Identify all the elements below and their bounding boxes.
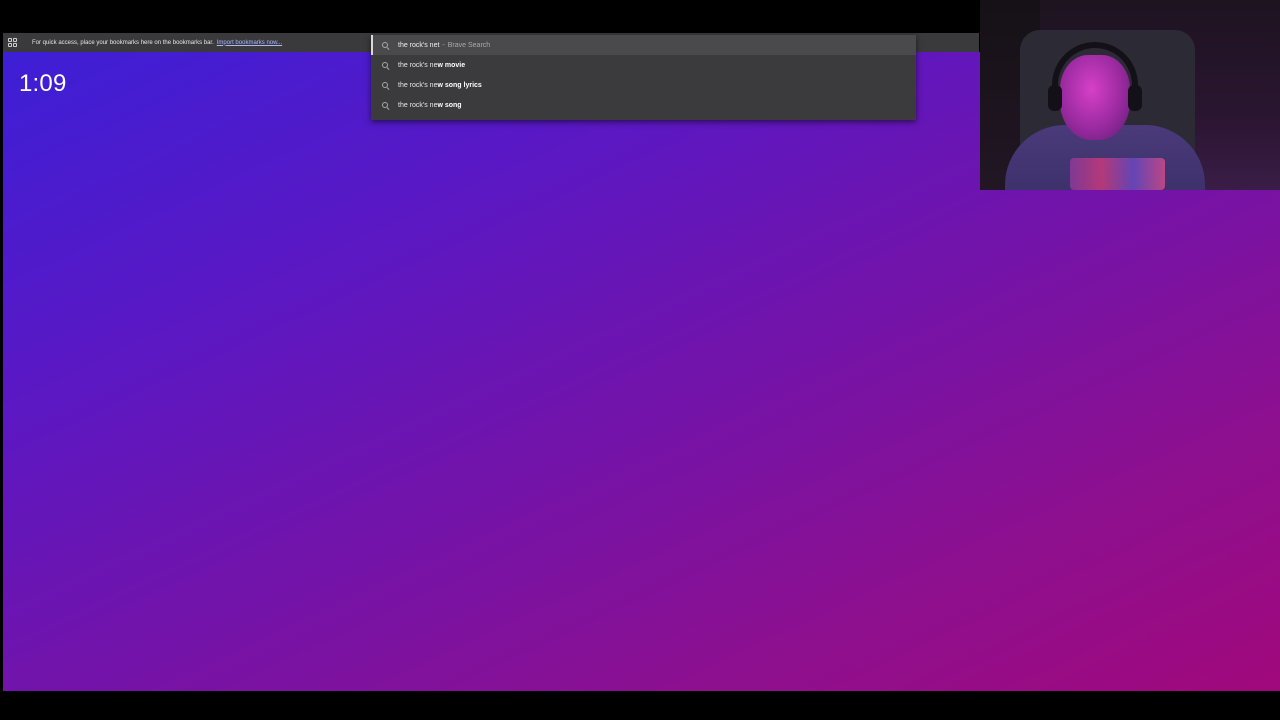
new-tab-clock: 1:09 [19,70,67,97]
suggestion-prefix: the rock's ne [398,101,438,109]
apps-grid-icon[interactable] [8,37,18,48]
webcam-overlay [980,0,1280,190]
search-icon [382,61,389,69]
search-icon [382,101,389,109]
suggestion-prefix: the rock's ne [398,81,438,89]
omnibox-separator: - [442,41,445,49]
headphone-ear-right [1128,85,1142,111]
suggestion-completion: w song lyrics [437,81,482,89]
search-icon [382,41,389,49]
omnibox-suggestion[interactable]: the rock's ne w song [371,95,916,115]
import-bookmarks-link[interactable]: Import bookmarks now... [217,40,282,46]
omnibox-input-row[interactable]: the rock's net - Brave Search [371,35,916,55]
webcam-shirt-graphic [1070,158,1165,190]
omnibox-search-engine: Brave Search [447,41,491,49]
headphone-ear-left [1048,85,1062,111]
suggestion-prefix: the rock's ne [398,61,438,69]
suggestion-completion: w song [437,101,462,109]
search-icon [382,81,389,89]
suggestion-completion: w movie [437,61,466,69]
screen: For quick access, place your bookmarks h… [0,0,1280,720]
omnibox-typed-text[interactable]: the rock's net [398,42,439,49]
omnibox-dropdown: the rock's net - Brave Search the rock's… [371,35,916,120]
omnibox-suggestion[interactable]: the rock's ne w movie [371,55,916,75]
omnibox-suggestion[interactable]: the rock's ne w song lyrics [371,75,916,95]
bookmarks-bar-message: For quick access, place your bookmarks h… [32,39,214,46]
